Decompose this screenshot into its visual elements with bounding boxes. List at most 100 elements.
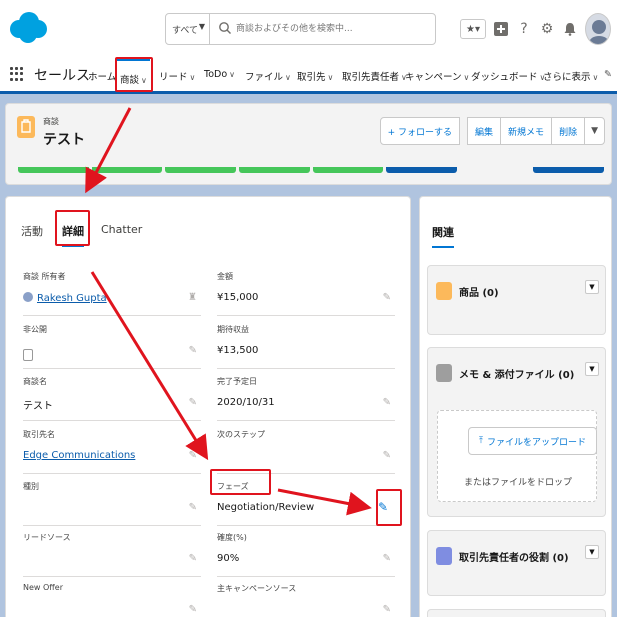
field-amount: 金額 ¥15,000 ✎: [217, 268, 395, 316]
chevron-down-icon[interactable]: ▼: [585, 280, 599, 294]
drop-files-text: またはファイルをドロップ: [463, 478, 572, 488]
nav-item-label: さらに表示: [543, 72, 591, 83]
upload-files-button[interactable]: ⤒ ファイルをアップロード: [468, 427, 597, 455]
path-step[interactable]: [312, 167, 384, 173]
edit-pencil-icon[interactable]: ✎: [383, 604, 391, 615]
edit-pencil-icon[interactable]: ✎: [383, 553, 391, 564]
field-private: 非公開 ✎: [23, 321, 201, 369]
account-link[interactable]: Edge Communications: [23, 450, 135, 461]
nav-item-dashboards[interactable]: ダッシュボード ∨: [471, 58, 545, 91]
salesforce-logo-icon[interactable]: [8, 10, 48, 46]
edit-button[interactable]: 編集: [467, 117, 502, 145]
path-step[interactable]: [91, 167, 163, 173]
delete-button[interactable]: 削除: [551, 117, 586, 145]
field-value: ¥15,000: [217, 292, 259, 303]
file-drop-zone[interactable]: ⤒ ファイルをアップロード またはファイルをドロップ: [437, 410, 597, 502]
edit-pencil-icon[interactable]: ✎: [189, 345, 197, 356]
setup-gear-icon[interactable]: ⚙: [539, 21, 555, 37]
field-label: 商談名: [23, 377, 47, 386]
owner-link[interactable]: Rakesh Gupta: [23, 292, 107, 304]
chevron-down-icon[interactable]: ∨: [229, 70, 235, 79]
nav-item-campaigns[interactable]: キャンペーン ∨: [405, 58, 469, 91]
field-close-date: 完了予定日 2020/10/31 ✎: [217, 373, 395, 421]
new-note-button[interactable]: 新規メモ: [500, 117, 553, 145]
search-scope-label: すべて: [172, 26, 199, 36]
edit-pencil-icon[interactable]: ✎: [383, 292, 391, 303]
chevron-down-icon[interactable]: ∨: [464, 73, 470, 82]
field-label: 完了予定日: [217, 377, 257, 386]
nav-item-label: キャンペーン: [405, 72, 462, 83]
chevron-down-icon[interactable]: ▼: [585, 545, 599, 559]
path-step[interactable]: [165, 167, 236, 173]
user-avatar[interactable]: [585, 13, 611, 45]
field-label: 取引先名: [23, 430, 55, 439]
edit-pencil-icon[interactable]: ✎: [189, 604, 197, 615]
edit-pencil-icon[interactable]: ✎: [189, 553, 197, 564]
path-mark-complete[interactable]: [533, 167, 604, 173]
related-list-header[interactable]: メモ & 添付ファイル (0): [436, 362, 574, 384]
tab-activity[interactable]: 活動: [21, 223, 43, 239]
edit-pencil-icon[interactable]: ✎: [189, 397, 197, 408]
global-search: すべて ▼: [165, 13, 436, 45]
private-checkbox[interactable]: [23, 349, 33, 361]
contact-roles-icon: [436, 547, 452, 565]
field-value: 90%: [217, 553, 240, 564]
chevron-down-icon[interactable]: ∨: [593, 73, 599, 82]
nav-item-accounts[interactable]: 取引先 ∨: [297, 58, 333, 91]
field-probability: 確度(%) 90% ✎: [217, 529, 395, 577]
path-step[interactable]: [238, 167, 310, 173]
field-value: 2020/10/31: [217, 397, 275, 408]
related-list-title: メモ & 添付ファイル (0): [459, 369, 575, 381]
nav-item-label: 取引先責任者: [342, 72, 400, 83]
upload-icon: ⤒: [479, 436, 483, 446]
related-list-header[interactable]: 取引先責任者の役割 (0): [436, 545, 569, 567]
upload-button-label: ファイルをアップロード: [486, 437, 586, 448]
change-owner-icon[interactable]: ♜: [188, 292, 197, 303]
nav-item-label: ホーム: [88, 72, 117, 83]
nav-item-label: ファイル: [245, 72, 284, 83]
field-label: リードソース: [23, 533, 71, 542]
edit-pencil-icon[interactable]: ✎: [189, 502, 197, 513]
related-list-header[interactable]: 商品 (0): [436, 280, 499, 302]
nav-item-todo[interactable]: ToDo ∨: [204, 58, 235, 91]
help-icon[interactable]: ?: [516, 21, 532, 37]
nav-item-home[interactable]: ホーム: [88, 58, 116, 91]
field-label: 次のステップ: [217, 430, 265, 439]
more-actions-chevron-down-icon[interactable]: ▼: [584, 117, 605, 145]
field-account-name: 取引先名 Edge Communications ✎: [23, 426, 201, 474]
path-step-current[interactable]: [386, 167, 457, 173]
chevron-down-icon: ▼: [198, 22, 205, 31]
path-step: [460, 167, 531, 173]
chevron-down-icon[interactable]: ∨: [328, 73, 334, 82]
product-icon: [436, 282, 452, 300]
nav-item-files[interactable]: ファイル ∨: [245, 58, 291, 91]
global-actions-plus-icon[interactable]: [493, 21, 509, 37]
search-input[interactable]: [236, 20, 426, 38]
favorites-star-icon[interactable]: ★▾: [460, 19, 486, 39]
chevron-down-icon[interactable]: ∨: [190, 73, 196, 82]
chevron-down-icon[interactable]: ▼: [585, 362, 599, 376]
field-label: New Offer: [23, 583, 64, 592]
edit-pencil-icon[interactable]: ✎: [189, 450, 197, 461]
field-label: 期待収益: [217, 325, 249, 334]
field-label: 種別: [23, 482, 39, 491]
search-scope-select[interactable]: すべて ▼: [166, 14, 210, 44]
follow-button[interactable]: + フォローする: [379, 117, 461, 145]
notifications-bell-icon[interactable]: [562, 21, 578, 37]
nav-item-leads[interactable]: リード ∨: [159, 58, 195, 91]
path-step[interactable]: [18, 167, 89, 173]
nav-item-contacts[interactable]: 取引先責任者 ∨: [342, 58, 407, 91]
record-title: テスト: [43, 132, 85, 148]
tab-related[interactable]: 関連: [432, 224, 454, 248]
global-header: すべて ▼ ★▾ ? ⚙: [0, 0, 617, 58]
app-launcher-icon[interactable]: [10, 67, 24, 81]
field-opportunity-owner: 商談 所有者 Rakesh Gupta ♜: [23, 268, 201, 316]
edit-pencil-icon[interactable]: ✎: [383, 397, 391, 408]
edit-pencil-icon[interactable]: ✎: [383, 450, 391, 461]
highlight-stage-pencil: [376, 489, 402, 526]
tab-chatter[interactable]: Chatter: [101, 223, 142, 236]
nav-item-more[interactable]: さらに表示 ∨: [543, 58, 598, 91]
chevron-down-icon[interactable]: ∨: [285, 73, 291, 82]
field-label: 金額: [217, 272, 233, 281]
edit-nav-pencil-icon[interactable]: ✎: [604, 58, 612, 91]
